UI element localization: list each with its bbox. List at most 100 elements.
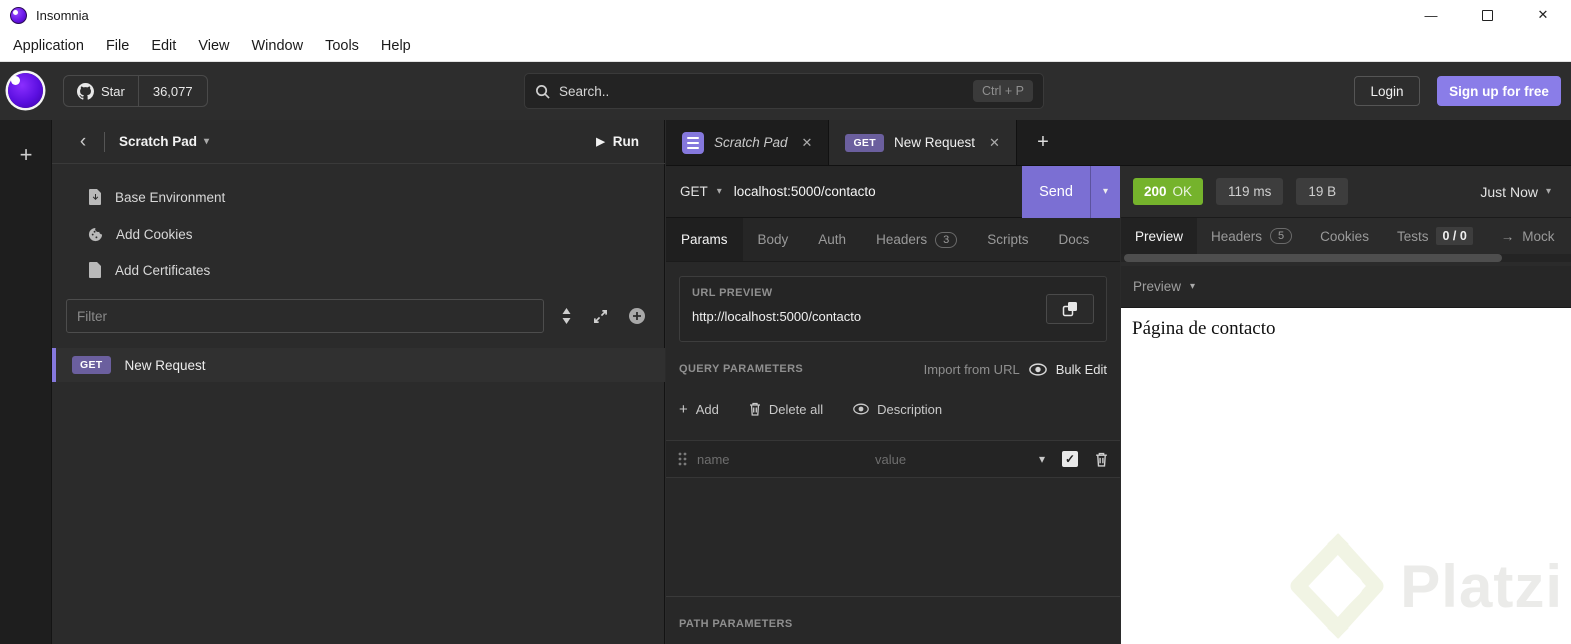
tab-scratch-pad[interactable]: Scratch Pad ✕ bbox=[666, 120, 830, 165]
signup-button[interactable]: Sign up for free bbox=[1437, 76, 1561, 106]
plus-circle-icon[interactable] bbox=[628, 307, 646, 325]
response-size-badge: 19 B bbox=[1296, 178, 1349, 205]
menu-tools[interactable]: Tools bbox=[314, 38, 370, 54]
delete-param-icon[interactable] bbox=[1095, 452, 1108, 467]
close-icon[interactable]: ✕ bbox=[989, 135, 1000, 151]
run-button[interactable]: ▶ Run bbox=[596, 134, 639, 149]
maximize-icon[interactable] bbox=[1459, 0, 1515, 30]
sort-icon[interactable] bbox=[560, 308, 573, 324]
minimize-icon[interactable]: — bbox=[1403, 0, 1459, 30]
tab-params[interactable]: Params bbox=[666, 218, 743, 261]
preview-mode-label: Preview bbox=[1133, 279, 1182, 294]
sidebar-header: ‹ Scratch Pad ▾ ▶ Run bbox=[52, 120, 665, 164]
path-parameters-section: PATH PARAMETERS bbox=[666, 596, 1120, 630]
github-star-button[interactable]: Star 36,077 bbox=[63, 75, 208, 107]
param-row: ▾ ✓ bbox=[666, 440, 1120, 478]
add-workspace-button[interactable]: + bbox=[0, 138, 52, 172]
response-tabs-scrollbar-thumb[interactable] bbox=[1124, 254, 1502, 262]
send-options-dropdown[interactable]: ▾ bbox=[1090, 165, 1120, 218]
query-parameters-title: QUERY PARAMETERS bbox=[679, 363, 804, 375]
method-dropdown[interactable]: GET ▾ bbox=[666, 184, 730, 199]
tab-body[interactable]: Body bbox=[743, 218, 804, 261]
close-icon[interactable]: ✕ bbox=[1515, 0, 1571, 30]
query-parameters-actions: Import from URL Bulk Edit bbox=[924, 362, 1107, 377]
tab-docs[interactable]: Docs bbox=[1044, 218, 1105, 261]
platzi-watermark: Platzi bbox=[1286, 532, 1563, 640]
search-input[interactable]: Search.. Ctrl + P bbox=[524, 73, 1044, 109]
tab-strip: Scratch Pad ✕ GET New Request ✕ + bbox=[666, 120, 1571, 166]
menu-application[interactable]: Application bbox=[2, 38, 95, 54]
drag-handle-icon[interactable] bbox=[678, 452, 687, 466]
menu-file[interactable]: File bbox=[95, 38, 140, 54]
url-input[interactable]: localhost:5000/contacto bbox=[734, 184, 876, 199]
expand-icon[interactable] bbox=[593, 309, 608, 324]
param-action-row: + Add Delete all Description bbox=[679, 394, 1107, 424]
tab-response-headers[interactable]: Headers 5 bbox=[1197, 218, 1306, 254]
back-chevron-icon[interactable]: ‹ bbox=[70, 131, 96, 153]
sidebar-item-add-certificates[interactable]: Add Certificates bbox=[66, 253, 651, 287]
github-star-left: Star bbox=[64, 82, 138, 100]
login-button[interactable]: Login bbox=[1354, 76, 1420, 106]
filter-input[interactable] bbox=[66, 299, 544, 333]
sidebar-item-label: Add Certificates bbox=[115, 262, 211, 278]
tab-mock[interactable]: → Mock bbox=[1487, 218, 1569, 254]
status-text: OK bbox=[1172, 184, 1193, 199]
preview-mode-dropdown[interactable]: Preview ▾ bbox=[1121, 266, 1571, 308]
tab-cookies[interactable]: Cookies bbox=[1306, 218, 1383, 254]
param-value-input[interactable] bbox=[875, 451, 1025, 467]
param-name-input[interactable] bbox=[697, 451, 847, 467]
response-pane: 200 OK 119 ms 19 B Just Now ▾ Preview He… bbox=[1121, 166, 1571, 644]
add-param-button[interactable]: + Add bbox=[679, 401, 719, 418]
sidebar-request-new-request[interactable]: GET New Request bbox=[52, 348, 665, 382]
request-name: New Request bbox=[124, 357, 206, 373]
tab-headers-label: Headers bbox=[876, 232, 928, 247]
tab-headers[interactable]: Headers 3 bbox=[861, 218, 972, 261]
menu-view[interactable]: View bbox=[187, 38, 240, 54]
close-icon[interactable]: ✕ bbox=[802, 135, 813, 151]
eye-icon bbox=[853, 403, 869, 415]
platzi-logo-icon bbox=[1290, 533, 1384, 639]
bulk-edit-toggle-icon[interactable] bbox=[1028, 362, 1047, 376]
chevron-down-icon: ▾ bbox=[1545, 186, 1551, 197]
trash-icon bbox=[749, 402, 760, 416]
github-icon bbox=[77, 82, 94, 100]
play-icon: ▶ bbox=[596, 136, 605, 148]
sidebar-item-base-environment[interactable]: Base Environment bbox=[66, 180, 651, 214]
left-rail bbox=[0, 120, 52, 644]
url-preview-title: URL PREVIEW bbox=[692, 287, 773, 299]
chevron-down-icon: ▾ bbox=[1190, 281, 1196, 292]
param-enabled-checkbox[interactable]: ✓ bbox=[1062, 451, 1078, 467]
path-parameters-title: PATH PARAMETERS bbox=[679, 618, 793, 630]
tab-preview[interactable]: Preview bbox=[1121, 218, 1198, 254]
sidebar-item-add-cookies[interactable]: Add Cookies bbox=[66, 217, 651, 251]
response-history-dropdown[interactable]: Just Now ▾ bbox=[1480, 184, 1559, 200]
request-tabs: Params Body Auth Headers 3 Scripts Docs bbox=[666, 218, 1120, 262]
toggle-description-button[interactable]: Description bbox=[853, 402, 942, 417]
search-shortcut-badge: Ctrl + P bbox=[972, 80, 1033, 102]
workspace-selector[interactable]: Scratch Pad ▾ bbox=[113, 130, 215, 153]
tab-tests[interactable]: Tests 0 / 0 bbox=[1383, 218, 1487, 254]
add-tab-button[interactable]: + bbox=[1017, 120, 1069, 165]
workspace-tab-icon bbox=[682, 131, 704, 154]
tab-auth[interactable]: Auth bbox=[803, 218, 861, 261]
menu-edit[interactable]: Edit bbox=[140, 38, 187, 54]
menu-window[interactable]: Window bbox=[240, 38, 314, 54]
plus-icon: + bbox=[1037, 131, 1049, 153]
status-code: 200 bbox=[1144, 184, 1167, 199]
description-label: Description bbox=[877, 401, 943, 417]
tab-scripts[interactable]: Scripts bbox=[972, 218, 1043, 261]
star-label: Star bbox=[101, 83, 125, 99]
bulk-edit-button[interactable]: Bulk Edit bbox=[1056, 362, 1107, 377]
tab-tests-label: Tests bbox=[1396, 228, 1429, 244]
copy-url-button[interactable] bbox=[1046, 294, 1094, 324]
header-divider bbox=[104, 131, 105, 152]
delete-all-button[interactable]: Delete all bbox=[749, 402, 823, 417]
send-button[interactable]: Send ▾ bbox=[1022, 165, 1120, 218]
import-from-url-button[interactable]: Import from URL bbox=[924, 362, 1020, 377]
method-badge: GET bbox=[72, 356, 111, 374]
menu-help[interactable]: Help bbox=[370, 38, 422, 54]
tab-new-request[interactable]: GET New Request ✕ bbox=[829, 120, 1017, 165]
url-preview-url: http://localhost:5000/contacto bbox=[692, 309, 862, 324]
insomnia-logo bbox=[8, 73, 43, 108]
chevron-down-icon[interactable]: ▾ bbox=[1039, 452, 1045, 466]
